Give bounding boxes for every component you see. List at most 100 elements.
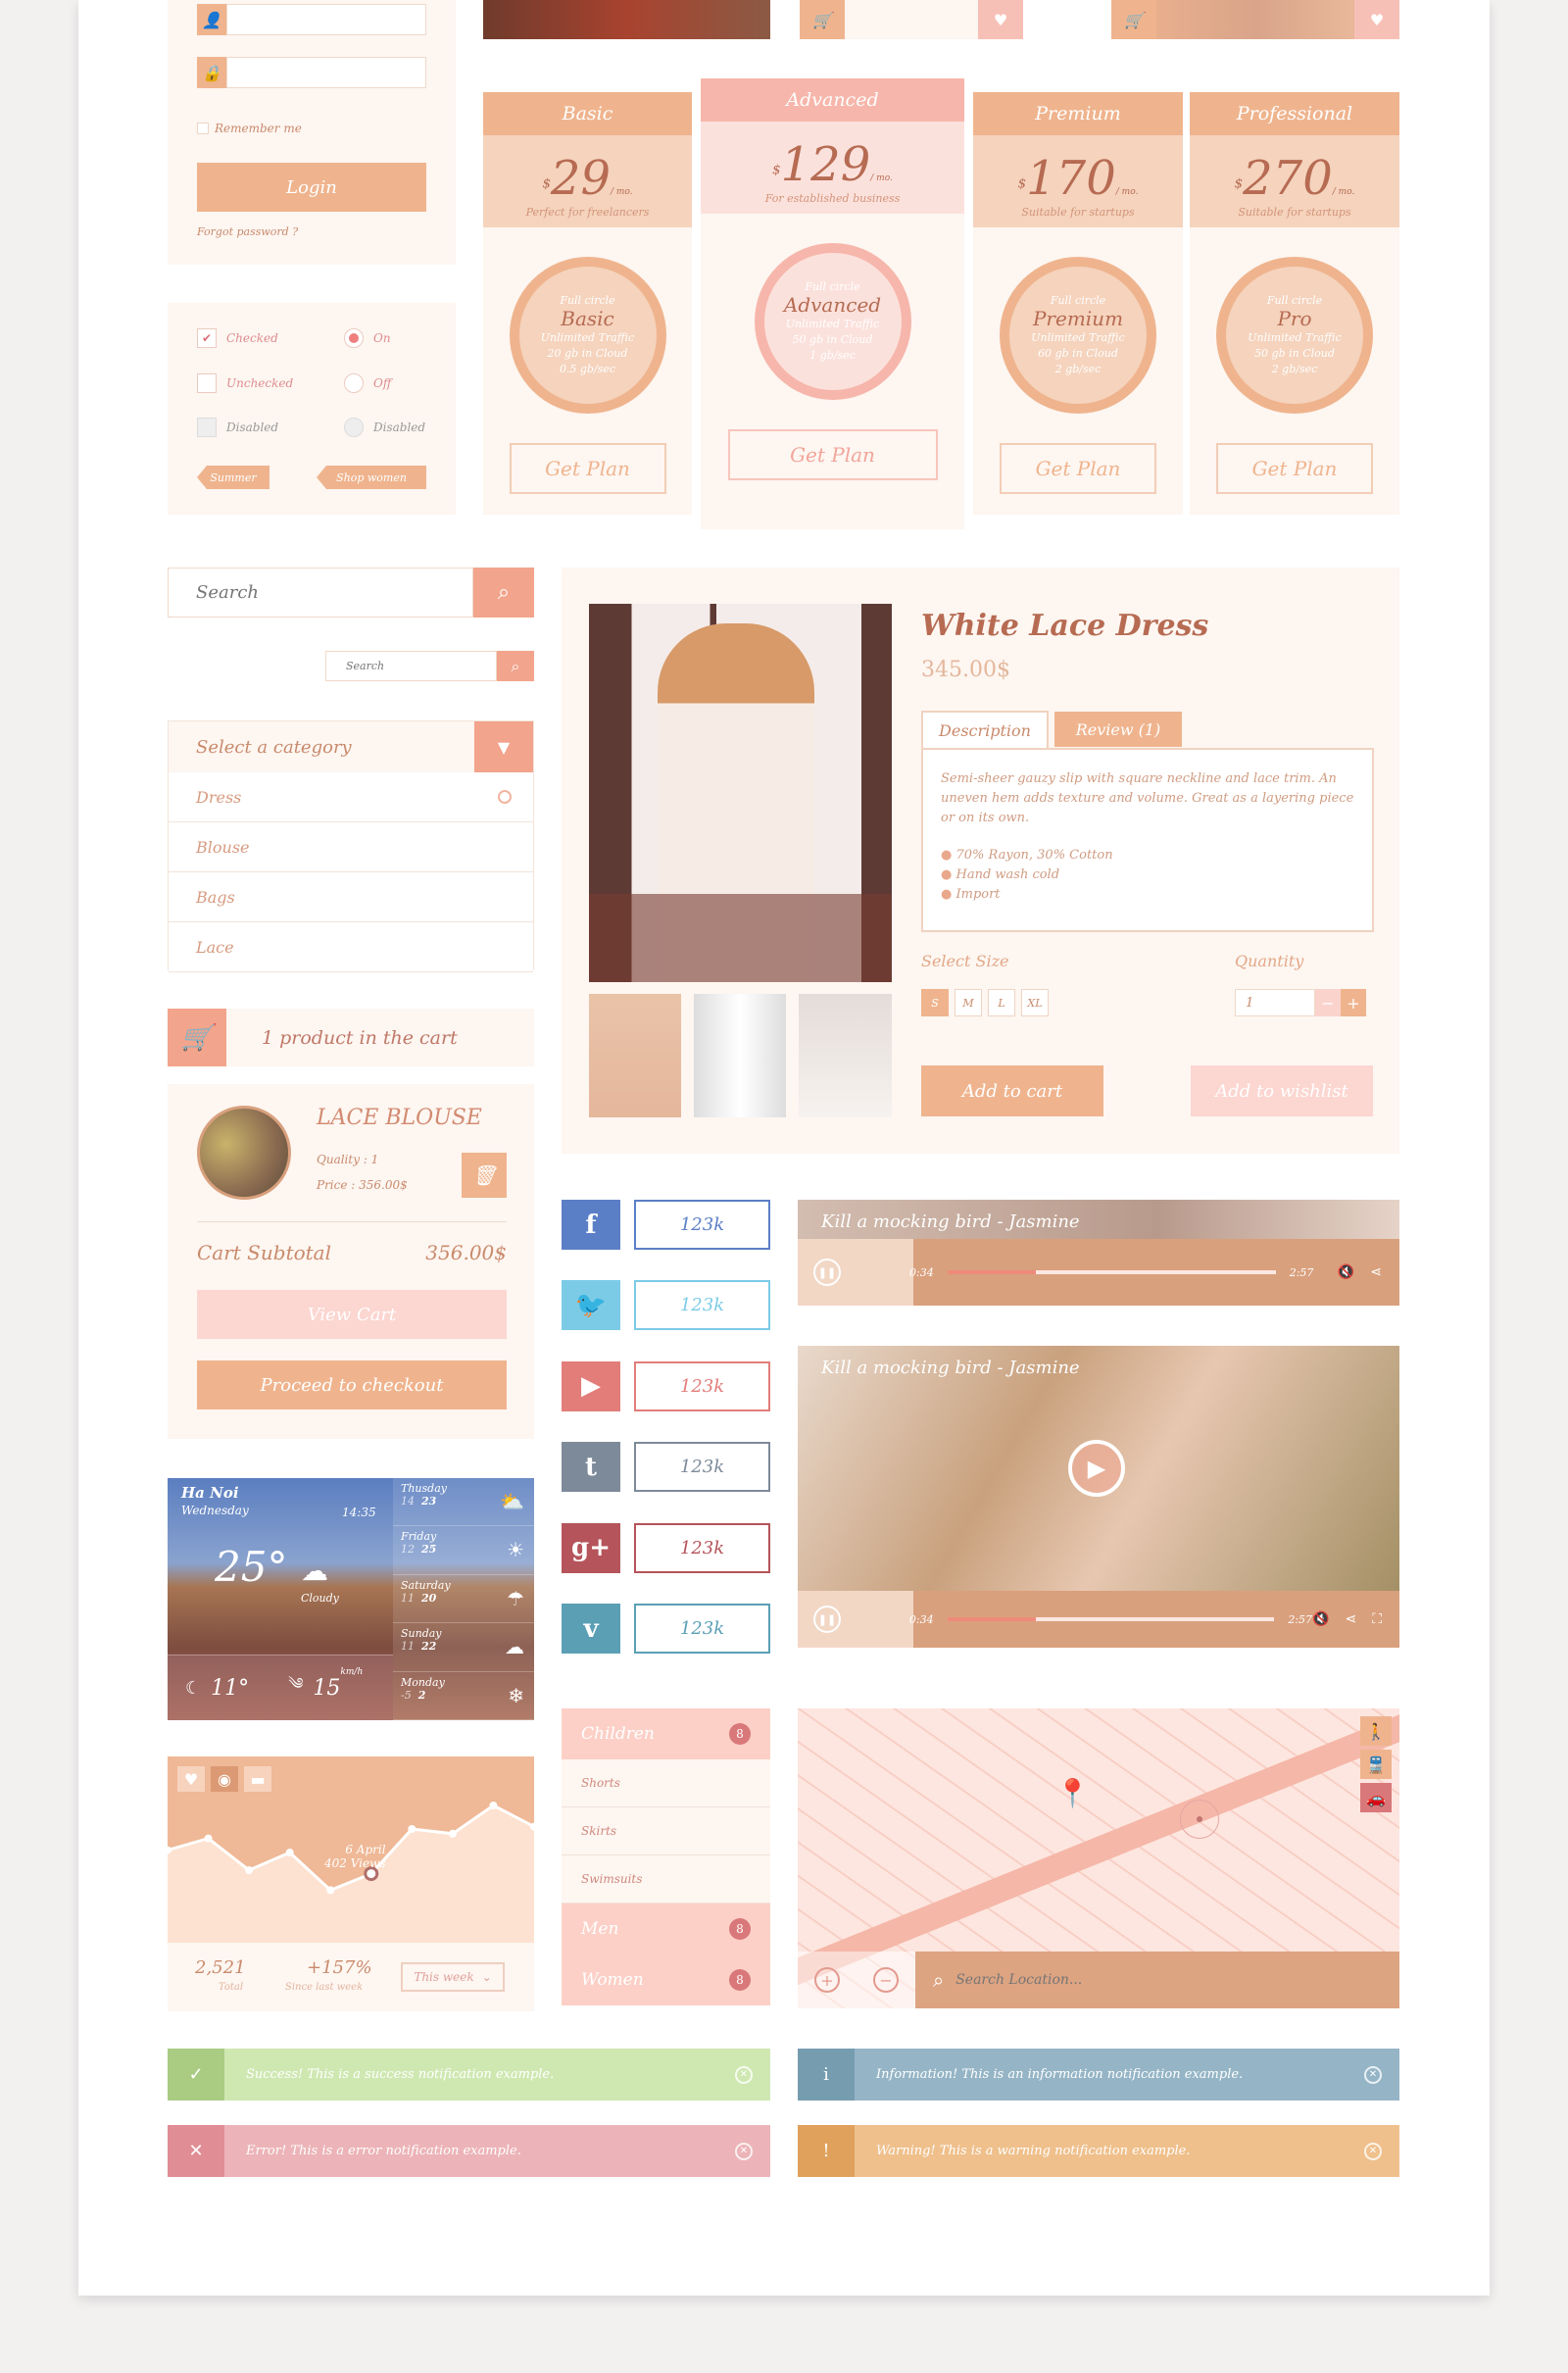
checkbox-unchecked[interactable]: [197, 373, 217, 393]
size-option-s[interactable]: S: [921, 989, 949, 1016]
category-option[interactable]: Lace: [169, 922, 533, 972]
social-google-plus[interactable]: g+ 123k: [562, 1522, 770, 1573]
cart-icon[interactable]: 🛒: [168, 1009, 226, 1066]
category-option[interactable]: Dress: [169, 772, 533, 822]
password-input[interactable]: [226, 57, 426, 88]
heart-icon[interactable]: ♥: [1354, 0, 1399, 39]
heart-icon[interactable]: ♥: [978, 0, 1023, 39]
share-icon[interactable]: ⋖: [1370, 1264, 1382, 1280]
menu-item-women[interactable]: Women 8: [562, 1954, 770, 2005]
youtube-icon[interactable]: ▶: [562, 1360, 620, 1411]
chevron-down-icon[interactable]: ▼: [474, 721, 533, 772]
size-option-l[interactable]: L: [988, 989, 1015, 1016]
map-search-input[interactable]: [956, 1972, 1399, 1988]
tab-description[interactable]: Description: [921, 711, 1049, 748]
pause-icon[interactable]: ❚❚: [813, 1259, 841, 1286]
data-point[interactable]: [448, 1829, 457, 1838]
view-cart-button[interactable]: View Cart: [197, 1290, 507, 1339]
data-point[interactable]: [285, 1849, 294, 1856]
video-player: Kill a mocking bird - Jasmine ▶ ❚❚ 0:34 …: [798, 1346, 1399, 1648]
eye-icon[interactable]: ◉: [211, 1766, 238, 1792]
menu-item-men[interactable]: Men 8: [562, 1903, 770, 1954]
menu-item-children[interactable]: Children 8: [562, 1708, 770, 1759]
get-plan-button[interactable]: Get Plan: [1000, 443, 1156, 494]
twitter-icon[interactable]: 🐦: [562, 1280, 620, 1331]
get-plan-button[interactable]: Get Plan: [1216, 443, 1373, 494]
data-point[interactable]: [326, 1886, 335, 1895]
car-icon[interactable]: 🚗: [1360, 1783, 1392, 1812]
trash-icon[interactable]: 🗑: [462, 1153, 507, 1198]
add-to-cart-button[interactable]: Add to cart: [921, 1065, 1103, 1116]
product-thumbnail[interactable]: [799, 994, 892, 1117]
search-icon[interactable]: ⌕: [473, 568, 534, 618]
google-plus-icon[interactable]: g+: [562, 1522, 620, 1573]
close-icon[interactable]: ✕: [735, 2065, 753, 2084]
minus-icon[interactable]: −: [1315, 989, 1341, 1016]
map-widget[interactable]: 📍 🚶 🚆 🚗 + − ⌕: [798, 1708, 1399, 2008]
period-select[interactable]: This week ⌄: [401, 1962, 505, 1992]
zoom-out-icon[interactable]: −: [873, 1967, 899, 1993]
vimeo-icon[interactable]: v: [562, 1604, 620, 1654]
radio-on[interactable]: [344, 328, 364, 348]
username-input[interactable]: [226, 4, 426, 35]
product-thumbnail[interactable]: [589, 994, 681, 1117]
play-icon[interactable]: ▶: [1068, 1440, 1125, 1497]
share-icon[interactable]: ⋖: [1345, 1611, 1356, 1627]
category-option-label: Lace: [196, 937, 234, 957]
radio-off[interactable]: [344, 373, 364, 393]
add-to-wishlist-button[interactable]: Add to wishlist: [1191, 1065, 1373, 1116]
social-tumblr[interactable]: t 123k: [562, 1442, 770, 1493]
menu-item-swimsuits[interactable]: Swimsuits: [562, 1855, 770, 1903]
quantity-input[interactable]: [1235, 989, 1315, 1016]
seek-bar[interactable]: [947, 1270, 1276, 1274]
product-thumbnail[interactable]: [694, 994, 786, 1117]
checkbox-checked[interactable]: ✔: [197, 328, 217, 348]
mute-icon[interactable]: 🔇: [1312, 1611, 1329, 1627]
cart-icon[interactable]: 🛒: [800, 0, 845, 39]
size-option-m[interactable]: M: [955, 989, 982, 1016]
comment-icon[interactable]: ▬: [244, 1766, 271, 1792]
social-vimeo[interactable]: v 123k: [562, 1604, 770, 1654]
search-input[interactable]: [168, 568, 473, 618]
zoom-in-icon[interactable]: +: [814, 1967, 840, 1993]
train-icon[interactable]: 🚆: [1360, 1750, 1392, 1779]
social-youtube[interactable]: ▶ 123k: [562, 1360, 770, 1411]
search-input-small[interactable]: [325, 651, 497, 681]
social-twitter[interactable]: 🐦 123k: [562, 1280, 770, 1331]
tag-summer[interactable]: Summer: [197, 466, 270, 489]
forgot-password-link[interactable]: Forgot password ?: [197, 225, 298, 238]
fullscreen-icon[interactable]: ⛶: [1372, 1611, 1382, 1627]
get-plan-button[interactable]: Get Plan: [509, 443, 666, 494]
facebook-icon[interactable]: f: [562, 1200, 620, 1250]
category-select[interactable]: Select a category ▼ Dress Blouse Bags Lace: [168, 720, 534, 972]
search-icon[interactable]: ⌕: [497, 651, 534, 681]
category-option[interactable]: Blouse: [169, 822, 533, 872]
data-point[interactable]: [408, 1825, 416, 1833]
menu-item-shorts[interactable]: Shorts: [562, 1759, 770, 1807]
tumblr-icon[interactable]: t: [562, 1442, 620, 1493]
plus-icon[interactable]: +: [1341, 989, 1366, 1016]
checkout-button[interactable]: Proceed to checkout: [197, 1360, 507, 1409]
social-facebook[interactable]: f 123k: [562, 1200, 770, 1250]
get-plan-button[interactable]: Get Plan: [727, 429, 938, 480]
tab-review[interactable]: Review (1): [1054, 712, 1182, 747]
cart-icon[interactable]: 🛒: [1111, 0, 1156, 39]
map-pin-icon[interactable]: 📍: [1055, 1777, 1090, 1809]
seek-bar[interactable]: [947, 1617, 1275, 1621]
close-icon[interactable]: ✕: [1364, 2065, 1382, 2084]
pause-icon[interactable]: ❚❚: [813, 1606, 841, 1633]
close-icon[interactable]: ✕: [735, 2142, 753, 2160]
heart-icon[interactable]: ♥: [177, 1766, 205, 1792]
data-point[interactable]: [489, 1802, 498, 1809]
size-option-xl[interactable]: XL: [1021, 989, 1049, 1016]
data-point[interactable]: [245, 1866, 254, 1874]
menu-item-skirts[interactable]: Skirts: [562, 1807, 770, 1855]
close-icon[interactable]: ✕: [1364, 2142, 1382, 2160]
login-button[interactable]: Login: [197, 163, 426, 212]
remember-checkbox[interactable]: [197, 123, 209, 134]
tag-shop-women[interactable]: Shop women: [317, 466, 426, 489]
data-point[interactable]: [204, 1834, 213, 1843]
walk-icon[interactable]: 🚶: [1360, 1716, 1392, 1746]
category-option[interactable]: Bags: [169, 872, 533, 922]
mute-icon[interactable]: 🔇: [1338, 1264, 1354, 1280]
